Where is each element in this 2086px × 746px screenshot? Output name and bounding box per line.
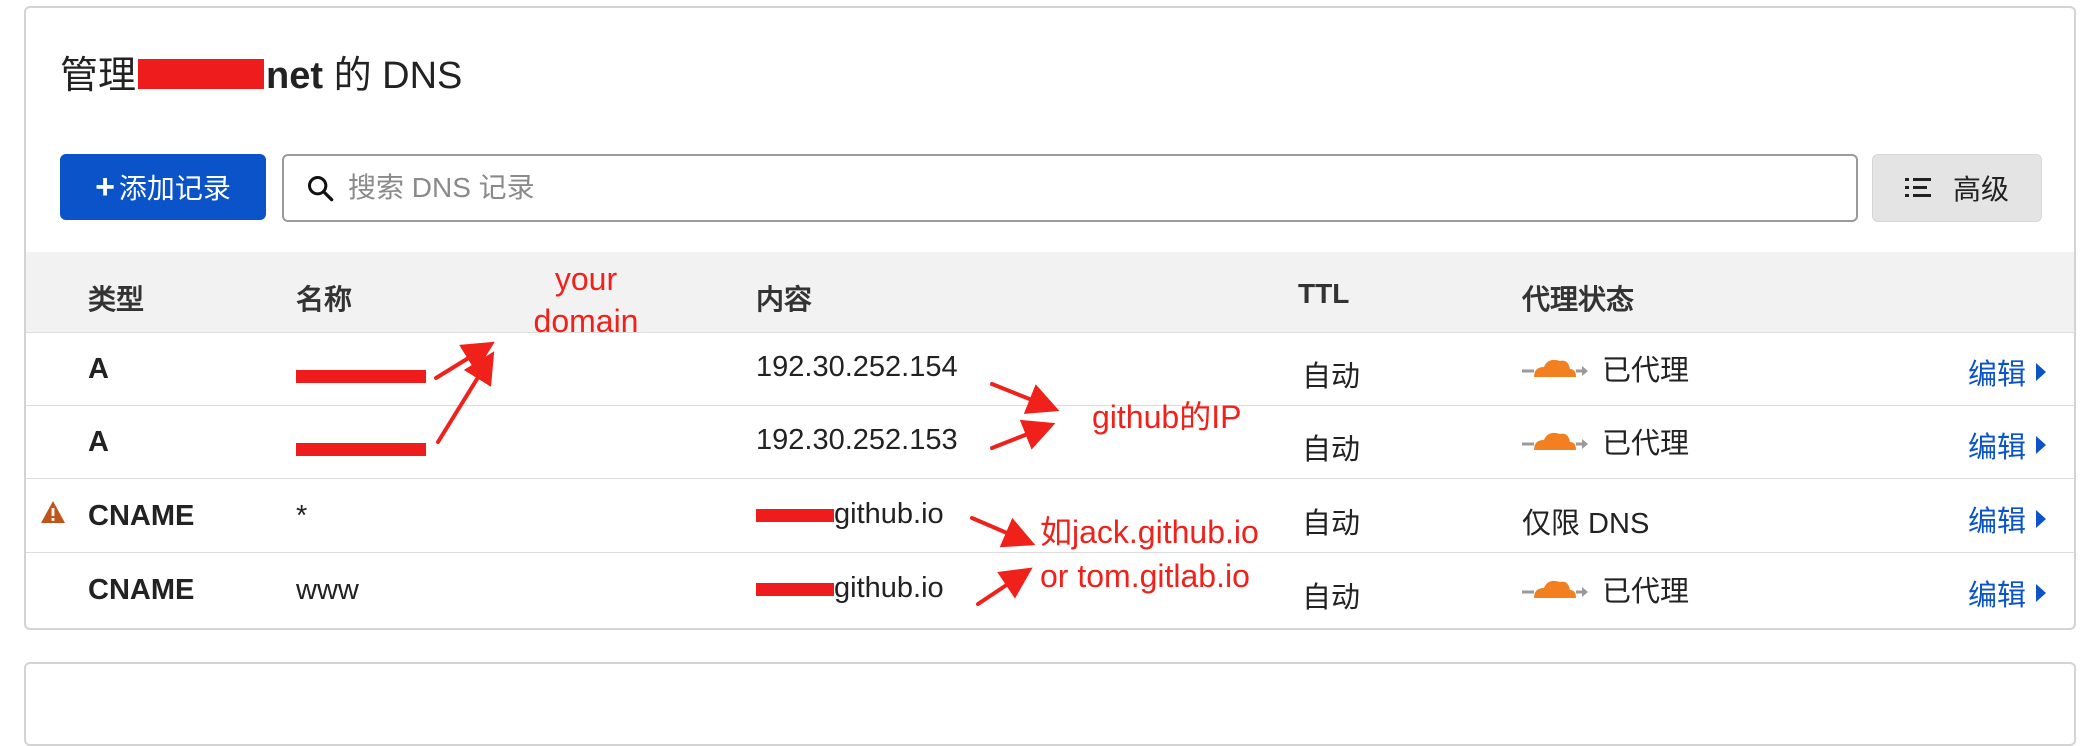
redaction-mark	[296, 369, 426, 383]
redaction-mark	[756, 582, 834, 596]
cloud-icon	[1522, 432, 1588, 450]
cloud-icon	[1522, 359, 1588, 377]
redaction-mark	[138, 58, 265, 89]
search-box[interactable]	[282, 154, 1858, 222]
proxy-status: 已代理	[1522, 420, 1689, 462]
cloud-icon	[1522, 580, 1588, 598]
proxy-status: 仅限 DNS	[1522, 508, 1650, 540]
record-name: www	[296, 574, 359, 606]
proxy-status: 已代理	[1522, 568, 1689, 610]
add-record-button[interactable]: + 添加记录	[60, 154, 266, 220]
page-title: 管理 net 的 DNS	[60, 55, 463, 97]
table-row: A 192.30.252.154 自动 已代理 编辑	[26, 333, 2074, 406]
redaction-mark	[756, 508, 834, 522]
edit-link[interactable]: 编辑	[1968, 351, 2047, 393]
record-type: CNAME	[88, 500, 195, 532]
record-content: 192.30.252.153	[756, 424, 958, 456]
header-type: 类型	[88, 284, 145, 315]
record-name: *	[296, 500, 308, 532]
annotation-github-ip: github的IP	[1092, 399, 1242, 435]
annotation-example: 如jack.github.io or tom.gitlab.io	[1040, 514, 1259, 594]
edit-link[interactable]: 编辑	[1968, 424, 2047, 466]
record-type: CNAME	[88, 574, 195, 606]
chevron-right-icon	[2036, 510, 2047, 528]
table-row: A 192.30.252.153 自动 已代理 编辑	[26, 406, 2074, 479]
search-icon	[307, 175, 334, 202]
record-content: 192.30.252.154	[756, 351, 958, 383]
add-record-label: 添加记录	[118, 173, 231, 204]
proxy-status: 已代理	[1522, 347, 1689, 389]
record-content: github.io	[756, 572, 944, 605]
warning-icon	[41, 501, 65, 523]
advanced-label: 高级	[1952, 174, 2009, 205]
header-content: 内容	[756, 284, 813, 315]
record-ttl: 自动	[1302, 434, 1361, 466]
header-proxy: 代理状态	[1522, 284, 1635, 315]
list-icon	[1904, 178, 1931, 197]
record-ttl: 自动	[1302, 582, 1361, 614]
plus-icon: +	[95, 168, 115, 206]
header-name: 名称	[296, 284, 353, 315]
record-ttl: 自动	[1302, 508, 1361, 540]
secondary-card	[24, 662, 2076, 746]
record-ttl: 自动	[1302, 361, 1361, 393]
chevron-right-icon	[2036, 363, 2047, 381]
annotation-your-domain: your domain	[533, 261, 639, 339]
record-name	[296, 426, 426, 459]
search-input[interactable]	[346, 171, 1856, 205]
edit-link[interactable]: 编辑	[1968, 572, 2047, 614]
table-header: 类型 名称 内容 TTL 代理状态	[26, 252, 2074, 333]
chevron-right-icon	[2036, 584, 2047, 602]
record-name	[296, 353, 426, 386]
header-ttl: TTL	[1298, 278, 1350, 309]
chevron-right-icon	[2036, 436, 2047, 454]
advanced-button[interactable]: 高级	[1872, 154, 2042, 222]
record-type: A	[88, 426, 109, 458]
record-type: A	[88, 353, 109, 385]
edit-link[interactable]: 编辑	[1968, 498, 2047, 540]
redaction-mark	[296, 442, 426, 456]
record-content: github.io	[756, 498, 944, 531]
